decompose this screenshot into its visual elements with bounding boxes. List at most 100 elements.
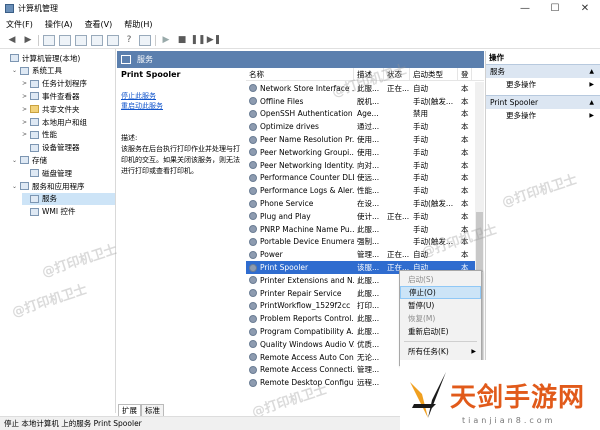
- collapse-icon: ▲: [589, 68, 594, 75]
- chevron-down-icon[interactable]: ⌄: [12, 183, 20, 190]
- tree-item[interactable]: 计算机管理(本地): [2, 52, 115, 64]
- tree-item[interactable]: 磁盘管理: [22, 167, 115, 179]
- chevron-right-icon[interactable]: >: [22, 93, 30, 100]
- service-row[interactable]: Plug and Play 使计... 正在... 手动 本: [246, 210, 484, 223]
- tab-standard[interactable]: 标准: [141, 404, 164, 416]
- chevron-right-icon[interactable]: >: [22, 131, 30, 138]
- service-logon: 本: [461, 173, 469, 183]
- back-icon[interactable]: ◀: [6, 35, 18, 46]
- description-text: 该服务在后台执行打印作业并处理与打印机的交互。如果关闭该服务，则无法进行打印或查…: [121, 145, 240, 175]
- service-name: Optimize drives: [246, 122, 354, 131]
- up-folder-icon[interactable]: [43, 34, 55, 46]
- chevron-down-icon[interactable]: ⌄: [12, 157, 20, 164]
- context-menu-item[interactable]: 重新启动(E): [400, 325, 481, 338]
- service-row[interactable]: Performance Logs & Aler... 性能... 手动 本: [246, 184, 484, 197]
- service-description: 管理...: [357, 365, 380, 375]
- pause-service-icon[interactable]: ❚❚: [190, 35, 205, 46]
- tree-item-label: 磁盘管理: [42, 168, 72, 178]
- tree-item[interactable]: ⌄ 存储: [12, 154, 115, 166]
- properties-icon[interactable]: [75, 34, 87, 46]
- chevron-right-icon[interactable]: >: [22, 106, 30, 113]
- help-icon[interactable]: ?: [123, 35, 135, 46]
- service-name: Peer Name Resolution Pr...: [246, 135, 354, 144]
- tree-item-label: 设备管理器: [42, 143, 80, 153]
- view-tabs: 扩展 标准: [118, 404, 164, 416]
- tree-item[interactable]: > 性能: [22, 129, 115, 141]
- tree-item[interactable]: ⌄ 系统工具: [12, 65, 115, 77]
- service-row[interactable]: Optimize drives 通过... 手动 本: [246, 120, 484, 133]
- service-name: Printer Extensions and N...: [246, 276, 354, 285]
- service-row[interactable]: OpenSSH Authentication ... Age... 禁用 本: [246, 108, 484, 121]
- tree-item-label: 事件查看器: [42, 91, 80, 101]
- start-service-icon[interactable]: ▶: [160, 35, 172, 46]
- service-name: Remote Access Connecti...: [246, 365, 354, 374]
- tree-item[interactable]: > 任务计划程序: [22, 78, 115, 90]
- tree-item[interactable]: 设备管理器: [22, 142, 115, 154]
- context-menu-item: 启动(S): [400, 273, 481, 286]
- restart-service-link[interactable]: 重启动此服务: [121, 102, 163, 110]
- service-description: 使用...: [357, 147, 380, 157]
- service-gear-icon: [249, 276, 257, 285]
- column-header-startup-type[interactable]: 启动类型: [410, 68, 458, 80]
- service-startup-type: 手动(触发...: [413, 199, 454, 209]
- service-name-text: Offline Files: [260, 96, 304, 106]
- stop-service-icon[interactable]: ■: [176, 35, 188, 46]
- close-button[interactable]: ✕: [570, 0, 600, 17]
- service-row[interactable]: Peer Name Resolution Pr... 使用... 手动 本: [246, 133, 484, 146]
- service-status: 正在...: [387, 211, 410, 221]
- service-startup-type: 手动(触发...: [413, 96, 454, 106]
- show-hide-tree-icon[interactable]: [59, 34, 71, 46]
- refresh-icon[interactable]: [91, 34, 103, 46]
- service-name: Quality Windows Audio V...: [246, 340, 354, 349]
- menu-action[interactable]: 操作(A): [45, 19, 73, 30]
- column-header-logon[interactable]: 登: [458, 68, 472, 80]
- service-startup-type: 手动: [413, 147, 428, 157]
- tree-item[interactable]: 服务: [22, 192, 115, 205]
- tree-item[interactable]: ⌄ 服务和应用程序: [12, 180, 115, 192]
- tab-extended[interactable]: 扩展: [118, 404, 141, 416]
- menu-help[interactable]: 帮助(H): [124, 19, 152, 30]
- tree-item[interactable]: WMI 控件: [22, 206, 115, 218]
- service-row[interactable]: Phone Service 在设... 手动(触发... 本: [246, 197, 484, 210]
- console-icon[interactable]: [139, 34, 151, 46]
- more-actions-print-spooler[interactable]: 更多操作 ▶: [486, 109, 600, 122]
- chevron-right-icon: ▶: [471, 348, 476, 355]
- actions-section-services[interactable]: 服务 ▲: [486, 64, 600, 78]
- minimize-button[interactable]: —: [510, 0, 540, 17]
- brand-url: tianjian8.com: [462, 416, 556, 425]
- menu-file[interactable]: 文件(F): [6, 19, 33, 30]
- service-gear-icon: [249, 237, 257, 246]
- maximize-button[interactable]: ☐: [540, 0, 570, 17]
- context-menu-item-label: 所有任务(K): [408, 347, 449, 356]
- service-logon: 本: [461, 211, 469, 221]
- service-row[interactable]: Peer Networking Groupi... 使用... 手动 本: [246, 146, 484, 159]
- chevron-down-icon[interactable]: ⌄: [12, 67, 20, 74]
- chevron-right-icon[interactable]: >: [22, 119, 30, 126]
- stop-service-link[interactable]: 停止此服务: [121, 92, 156, 100]
- service-row[interactable]: Performance Counter DLL... 使远... 手动 本: [246, 172, 484, 185]
- service-logon: 本: [461, 250, 469, 260]
- service-row[interactable]: Offline Files 脱机... 手动(触发... 本: [246, 95, 484, 108]
- forward-icon[interactable]: ▶: [22, 35, 34, 46]
- export-list-icon[interactable]: [107, 34, 119, 46]
- tool-icon: [20, 156, 29, 165]
- chevron-right-icon[interactable]: >: [22, 80, 30, 87]
- context-menu-item[interactable]: 停止(O): [400, 286, 481, 299]
- service-name-text: Peer Networking Groupi...: [260, 147, 354, 157]
- service-name-text: Remote Access Auto Con...: [260, 352, 354, 362]
- restart-service-icon[interactable]: ▶❚: [207, 35, 221, 46]
- context-menu-item[interactable]: 暂停(U): [400, 299, 481, 312]
- tree-item[interactable]: > 本地用户和组: [22, 116, 115, 128]
- tool-icon: [20, 182, 29, 190]
- context-menu-item[interactable]: 所有任务(K) ▶: [400, 345, 481, 358]
- column-header-name[interactable]: 名称: [246, 68, 354, 80]
- more-actions-services[interactable]: 更多操作 ▶: [486, 78, 600, 91]
- service-gear-icon: [249, 161, 257, 170]
- actions-section-print-spooler[interactable]: Print Spooler ▲: [486, 95, 600, 109]
- service-name-text: Peer Name Resolution Pr...: [260, 135, 354, 145]
- tree-item[interactable]: > 事件查看器: [22, 90, 115, 102]
- menu-view[interactable]: 查看(V): [85, 19, 113, 30]
- service-row[interactable]: Peer Networking Identity... 向对... 手动 本: [246, 159, 484, 172]
- service-name-text: Quality Windows Audio V...: [260, 339, 354, 349]
- tree-item[interactable]: > 共享文件夹: [22, 103, 115, 115]
